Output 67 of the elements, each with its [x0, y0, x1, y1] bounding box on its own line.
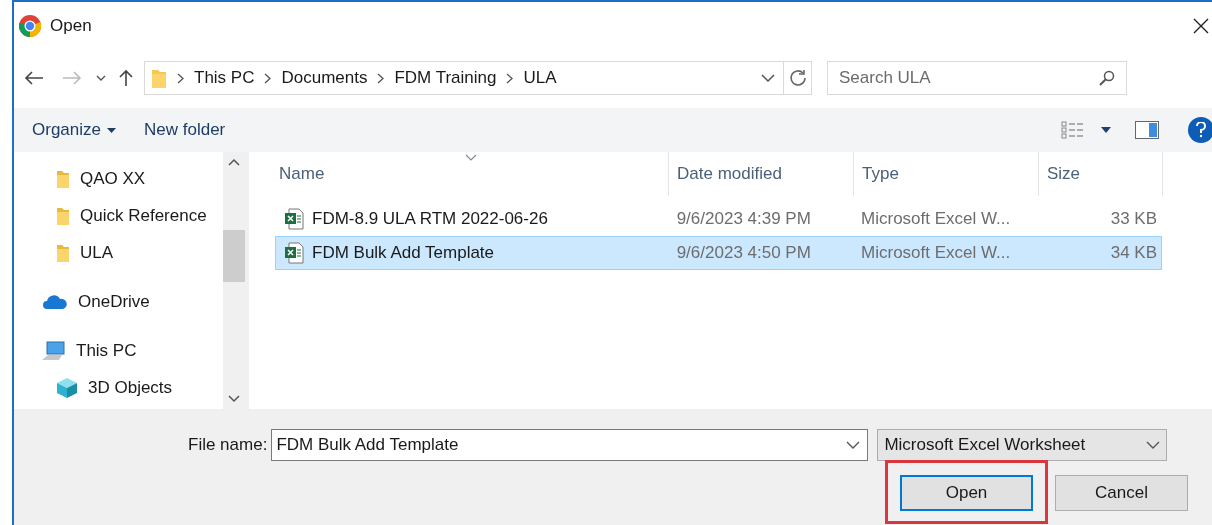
- file-name-field[interactable]: FDM Bulk Add Template: [271, 429, 869, 461]
- forward-arrow-icon: [62, 71, 82, 85]
- chevron-icon: [506, 72, 514, 84]
- file-name: FDM Bulk Add Template: [312, 242, 495, 265]
- search-field[interactable]: Search ULA: [827, 61, 1127, 95]
- back-arrow-icon: [24, 71, 44, 85]
- column-header[interactable]: Type: [854, 152, 1039, 196]
- new-folder-button[interactable]: New folder: [144, 117, 226, 143]
- dropdown-caret-icon: [761, 74, 775, 82]
- breadcrumb[interactable]: This PC: [194, 65, 255, 91]
- address-bar[interactable]: This PC Documents FDM Training ULA: [144, 61, 812, 95]
- search-icon: [1099, 70, 1115, 86]
- cancel-button[interactable]: Cancel: [1055, 475, 1188, 511]
- file-name-label: File name:: [188, 434, 268, 457]
- organize-menu-button[interactable]: Organize: [32, 117, 116, 143]
- chevron-icon: [377, 72, 385, 84]
- nav-item[interactable]: ULA: [14, 234, 223, 271]
- dropdown-caret-icon: [1146, 441, 1161, 449]
- file-size: 33 KB: [1110, 208, 1157, 231]
- scroll-down-icon[interactable]: [228, 395, 240, 403]
- folder-icon: [56, 242, 70, 263]
- date-modified: 9/6/2023 4:39 PM: [676, 208, 811, 231]
- nav-item[interactable]: OneDrive: [14, 283, 223, 320]
- computer-icon: [42, 340, 66, 361]
- up-arrow-icon: [119, 69, 133, 87]
- nav-item[interactable]: This PC: [14, 332, 223, 369]
- file-type: Microsoft Excel W...: [861, 208, 1011, 231]
- cloud-icon: [42, 293, 68, 310]
- window-title: Open: [50, 15, 93, 38]
- date-modified: 9/6/2023 4:50 PM: [676, 242, 811, 265]
- folder-icon: [56, 205, 70, 226]
- file-row[interactable]: FDM-8.9 ULA RTM 2022-06-26 9/6/2023 4:39 PM Microsoft Excel W... 33 KB: [275, 202, 1162, 236]
- breadcrumb[interactable]: FDM Training: [394, 65, 497, 91]
- help-button[interactable]: [1188, 117, 1212, 143]
- question-mark-icon: [1196, 122, 1206, 138]
- browser-logo-icon: [18, 14, 42, 38]
- caret-icon: [107, 127, 116, 133]
- dropdown-caret-icon: [846, 441, 861, 449]
- chevron-down-icon: [96, 75, 106, 81]
- column-header[interactable]: Name: [271, 152, 669, 196]
- file-type: Microsoft Excel W...: [861, 242, 1011, 265]
- spreadsheet-icon: [284, 208, 304, 230]
- chevron-icon: [264, 72, 272, 84]
- nav-item[interactable]: 3D Objects: [14, 369, 223, 406]
- breadcrumb[interactable]: Documents: [281, 65, 368, 91]
- column-header[interactable]: Date modified: [669, 152, 854, 196]
- preview-pane-icon: [1135, 121, 1159, 139]
- file-size: 34 KB: [1110, 242, 1157, 265]
- nav-item[interactable]: QAO XX: [14, 160, 223, 197]
- file-name: FDM-8.9 ULA RTM 2022-06-26: [312, 208, 548, 231]
- folder-icon: [56, 168, 70, 189]
- breadcrumb[interactable]: ULA: [523, 65, 557, 91]
- chevron-icon: [177, 72, 184, 84]
- caret-icon: [1101, 127, 1111, 133]
- scrollbar-thumb[interactable]: [223, 230, 245, 282]
- column-header[interactable]: Size: [1039, 152, 1163, 196]
- spreadsheet-icon: [284, 242, 304, 264]
- close-icon: [1193, 18, 1209, 34]
- sort-caret-icon: [465, 154, 477, 161]
- file-type-dropdown[interactable]: Microsoft Excel Worksheet: [877, 429, 1168, 461]
- scroll-up-icon[interactable]: [228, 158, 240, 166]
- nav-item[interactable]: Quick Reference: [14, 197, 223, 234]
- cube-icon: [56, 376, 78, 399]
- folder-icon: [151, 67, 167, 89]
- file-row[interactable]: FDM Bulk Add Template 9/6/2023 4:50 PM Microsoft Excel W... 34 KB: [275, 236, 1162, 270]
- open-button[interactable]: Open: [900, 475, 1033, 511]
- refresh-icon: [788, 69, 807, 87]
